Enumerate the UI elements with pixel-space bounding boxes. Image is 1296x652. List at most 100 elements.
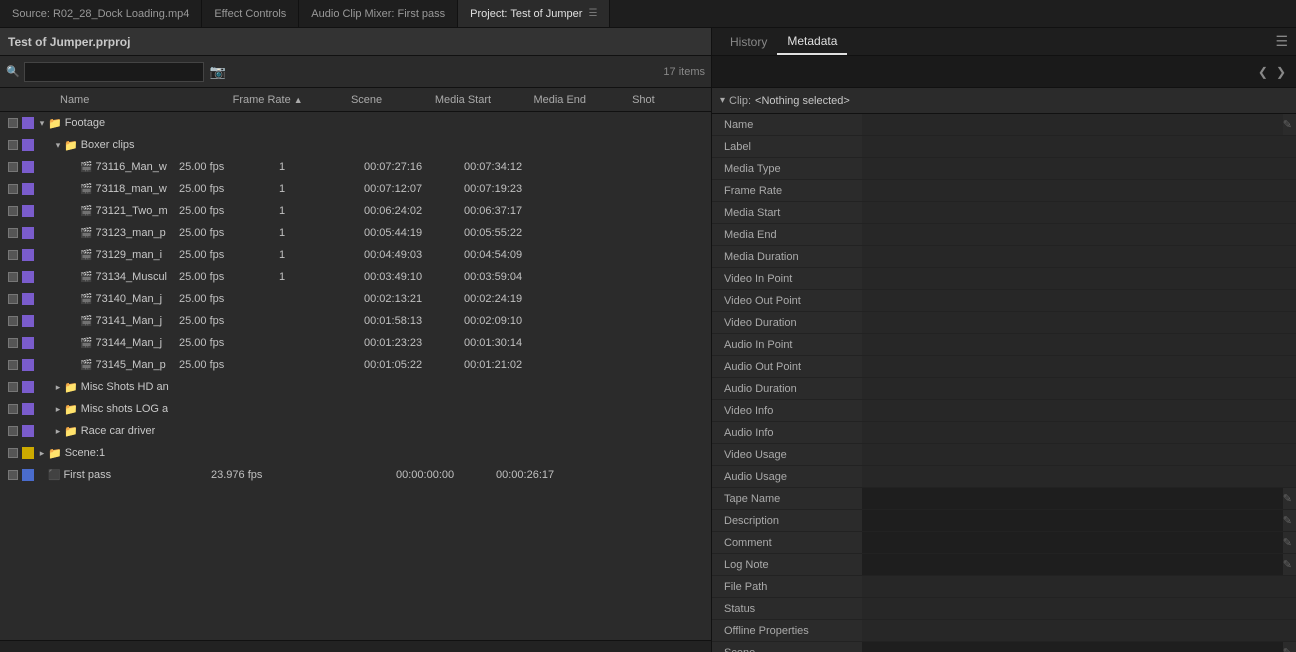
row-indent: ▾📁Boxer clips xyxy=(36,139,195,152)
metadata-key: Frame Rate xyxy=(712,185,862,197)
checkbox-inner xyxy=(8,404,18,414)
row-checkbox[interactable] xyxy=(4,268,22,286)
row-mediaend: 00:04:54:09 xyxy=(464,249,564,261)
camera-icon[interactable]: 📷 xyxy=(210,64,226,80)
row-name: 73116_Man_w xyxy=(95,161,166,173)
row-checkbox[interactable] xyxy=(4,136,22,154)
row-checkbox[interactable] xyxy=(4,202,22,220)
color-swatch xyxy=(22,139,34,151)
metadata-edit-icon[interactable]: ✎ xyxy=(1283,118,1292,131)
list-item[interactable]: 🎬73144_Man_j25.00 fps00:01:23:2300:01:30… xyxy=(0,332,711,354)
metadata-value xyxy=(862,290,1296,311)
metadata-edit-icon[interactable]: ✎ xyxy=(1283,558,1292,571)
metadata-value[interactable] xyxy=(862,510,1283,531)
col-header-name[interactable]: Name xyxy=(60,94,233,106)
row-framerate: 25.00 fps xyxy=(179,315,279,327)
expand-button[interactable]: ▸ xyxy=(52,425,64,437)
row-checkbox[interactable] xyxy=(4,356,22,374)
row-checkbox[interactable] xyxy=(4,444,22,462)
list-item[interactable]: ▾📁Boxer clips xyxy=(0,134,711,156)
metadata-row: Video Out Point xyxy=(712,290,1296,312)
clip-expand-icon[interactable]: ▾ xyxy=(720,95,725,106)
tab-audiomix[interactable]: Audio Clip Mixer: First pass xyxy=(299,0,458,27)
row-checkbox[interactable] xyxy=(4,334,22,352)
metadata-edit-icon[interactable]: ✎ xyxy=(1283,514,1292,527)
row-framerate: 25.00 fps xyxy=(179,293,279,305)
row-indent: ▾📁Footage xyxy=(36,117,211,130)
list-item[interactable]: 🎬73129_man_i25.00 fps100:04:49:0300:04:5… xyxy=(0,244,711,266)
metadata-value[interactable] xyxy=(862,554,1283,575)
tab-effect[interactable]: Effect Controls xyxy=(202,0,299,27)
metadata-edit-icon[interactable]: ✎ xyxy=(1283,646,1292,652)
col-header-mediaend[interactable]: Media End xyxy=(533,94,632,106)
row-name: 73134_Muscul xyxy=(95,271,167,283)
list-item[interactable]: 🎬73123_man_p25.00 fps100:05:44:1900:05:5… xyxy=(0,222,711,244)
tab-menu-icon[interactable]: ☰ xyxy=(588,8,597,19)
metadata-value xyxy=(862,158,1296,179)
metadata-edit-icon[interactable]: ✎ xyxy=(1283,536,1292,549)
list-item[interactable]: ▸📁Misc Shots HD an xyxy=(0,376,711,398)
list-item[interactable]: 🎬73121_Two_m25.00 fps100:06:24:0200:06:3… xyxy=(0,200,711,222)
list-item[interactable]: 🎬73118_man_w25.00 fps100:07:12:0700:07:1… xyxy=(0,178,711,200)
list-item[interactable]: ▸📁Race car driver xyxy=(0,420,711,442)
list-item[interactable]: ▾📁Footage xyxy=(0,112,711,134)
metadata-value[interactable] xyxy=(862,488,1283,509)
metadata-value xyxy=(862,400,1296,421)
tab-metadata[interactable]: Metadata xyxy=(777,28,847,55)
metadata-search-input[interactable] xyxy=(718,66,1254,78)
col-header-shot[interactable]: Shot xyxy=(632,94,711,106)
row-mediastart: 00:01:23:23 xyxy=(364,337,464,349)
row-scene: 1 xyxy=(279,205,364,217)
horizontal-scrollbar[interactable] xyxy=(0,640,711,652)
tab-source[interactable]: Source: R02_28_Dock Loading.mp4 xyxy=(0,0,202,27)
col-header-framerate[interactable]: Frame Rate ▲ xyxy=(233,94,351,106)
row-framerate: 25.00 fps xyxy=(179,249,279,261)
row-checkbox[interactable] xyxy=(4,114,22,132)
list-item[interactable]: 🎬73141_Man_j25.00 fps00:01:58:1300:02:09… xyxy=(0,310,711,332)
metadata-row: Audio Out Point xyxy=(712,356,1296,378)
expand-button[interactable]: ▾ xyxy=(36,117,48,129)
list-item[interactable]: 🎬73145_Man_p25.00 fps00:01:05:2200:01:21… xyxy=(0,354,711,376)
metadata-value[interactable] xyxy=(862,642,1283,652)
col-header-mediastart[interactable]: Media Start xyxy=(435,94,534,106)
metadata-edit-icon[interactable]: ✎ xyxy=(1283,492,1292,505)
search-input[interactable] xyxy=(24,62,204,82)
metadata-row: Audio Info xyxy=(712,422,1296,444)
list-item[interactable]: ▸📁Misc shots LOG a xyxy=(0,398,711,420)
metadata-nav-right-icon[interactable]: ❯ xyxy=(1272,65,1290,79)
metadata-menu-icon[interactable]: ☰ xyxy=(1275,33,1288,50)
col-header-scene[interactable]: Scene xyxy=(351,94,435,106)
row-framerate: 23.976 fps xyxy=(211,469,311,481)
row-checkbox[interactable] xyxy=(4,290,22,308)
list-item[interactable]: 🎬73134_Muscul25.00 fps100:03:49:1000:03:… xyxy=(0,266,711,288)
row-checkbox[interactable] xyxy=(4,400,22,418)
expand-button[interactable]: ▸ xyxy=(52,381,64,393)
expand-button[interactable]: ▸ xyxy=(52,403,64,415)
metadata-nav-left-icon[interactable]: ❮ xyxy=(1254,65,1272,79)
row-name: Scene:1 xyxy=(65,447,105,459)
row-checkbox[interactable] xyxy=(4,180,22,198)
row-checkbox[interactable] xyxy=(4,312,22,330)
list-item[interactable]: ⬛First pass23.976 fps00:00:00:0000:00:26… xyxy=(0,464,711,486)
list-item[interactable]: 🎬73140_Man_j25.00 fps00:02:13:2100:02:24… xyxy=(0,288,711,310)
list-item[interactable]: ▸📁Scene:1 xyxy=(0,442,711,464)
metadata-key: Description xyxy=(712,515,862,527)
clip-icon: 🎬 xyxy=(80,228,92,239)
row-scene: 1 xyxy=(279,227,364,239)
row-name: 73121_Two_m xyxy=(95,205,167,217)
list-item[interactable]: 🎬73116_Man_w25.00 fps100:07:27:1600:07:3… xyxy=(0,156,711,178)
row-checkbox[interactable] xyxy=(4,246,22,264)
tab-project[interactable]: Project: Test of Jumper ☰ xyxy=(458,0,610,27)
left-panel: Test of Jumper.prproj 🔍 📷 17 items Name … xyxy=(0,28,712,652)
expand-button[interactable]: ▸ xyxy=(36,447,48,459)
metadata-key: Tape Name xyxy=(712,493,862,505)
row-checkbox[interactable] xyxy=(4,466,22,484)
row-checkbox[interactable] xyxy=(4,422,22,440)
row-checkbox[interactable] xyxy=(4,158,22,176)
tab-history[interactable]: History xyxy=(720,28,777,55)
color-swatch xyxy=(22,249,34,261)
row-checkbox[interactable] xyxy=(4,224,22,242)
metadata-value[interactable] xyxy=(862,532,1283,553)
row-checkbox[interactable] xyxy=(4,378,22,396)
expand-button[interactable]: ▾ xyxy=(52,139,64,151)
